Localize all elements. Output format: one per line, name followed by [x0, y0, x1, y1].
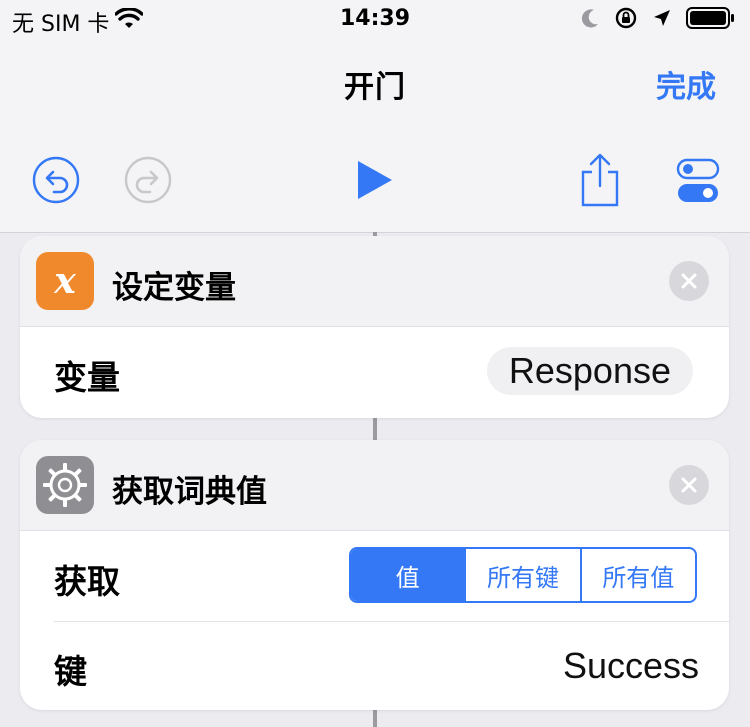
variable-name-token[interactable]: Response: [486, 347, 693, 395]
action-card-set-variable[interactable]: x 设定变量 变量 Response: [20, 236, 729, 418]
editor-toolbar: [0, 140, 750, 230]
battery-icon: [686, 6, 736, 34]
get-mode-label: 获取: [54, 562, 120, 601]
close-icon[interactable]: [669, 465, 709, 505]
status-right: [581, 6, 736, 34]
status-bar: 无 SIM 卡 14:39: [0, 0, 750, 40]
action-title: 获取词典值: [112, 474, 267, 510]
action-card-header: 获取词典值: [20, 440, 729, 531]
variable-label: 变量: [54, 358, 120, 397]
gear-icon: [36, 456, 94, 514]
undo-icon[interactable]: [32, 156, 80, 204]
settings-toggle-icon[interactable]: [676, 156, 720, 204]
done-button[interactable]: 完成: [656, 62, 716, 106]
segment-all-keys[interactable]: 所有键: [464, 549, 579, 601]
row-divider: [54, 621, 729, 622]
variable-row: 变量 Response: [20, 327, 729, 417]
action-card-header: x 设定变量: [20, 236, 729, 327]
moon-icon: [581, 8, 600, 32]
get-mode-row: 获取 值 所有键 所有值: [20, 531, 729, 621]
location-icon: [652, 8, 672, 32]
variable-x-icon: x: [36, 252, 94, 310]
key-label: 键: [54, 652, 87, 691]
redo-icon[interactable]: [124, 156, 172, 204]
play-icon[interactable]: [354, 158, 394, 202]
segment-all-values[interactable]: 所有值: [579, 549, 695, 601]
orientation-lock-icon: [614, 6, 638, 34]
key-row: 键 Success: [20, 621, 729, 710]
key-value-field[interactable]: Success: [563, 645, 699, 687]
share-icon[interactable]: [578, 152, 622, 208]
action-title: 设定变量: [112, 270, 236, 306]
segment-value[interactable]: 值: [351, 549, 465, 601]
flow-connector: [373, 710, 377, 727]
page-title: 开门: [344, 70, 406, 105]
action-card-get-dictionary-value[interactable]: 获取词典值 获取 值 所有键 所有值 键 Success: [20, 440, 729, 710]
close-icon[interactable]: [669, 261, 709, 301]
get-mode-segmented-control: 值 所有键 所有值: [349, 547, 697, 603]
flow-connector: [373, 418, 377, 440]
